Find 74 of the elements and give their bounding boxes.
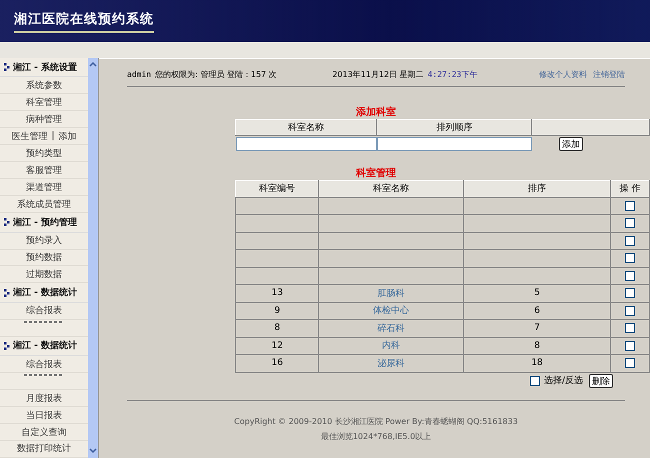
sidebar-item[interactable]: 月度报表 [26,392,62,405]
sidebar-item[interactable]: 渠道管理 [26,180,62,194]
department-link[interactable]: 碎石科 [378,324,405,334]
browser-note: 最佳浏览1024*768,IE5.0以上 [320,430,432,442]
checkbox[interactable] [625,218,636,228]
sidebar-item[interactable]: 预约录入 [26,234,62,248]
section-title: 添加科室 [355,105,397,119]
time-text: 4:27:23下午 [428,68,478,80]
column-header: 科室名称 [318,180,464,197]
header-link[interactable]: 修改个人资料 [538,68,587,80]
checkbox[interactable] [625,358,636,368]
department-link[interactable]: 泌尿科 [378,358,405,369]
input-field[interactable] [376,136,532,150]
sidebar-item[interactable]: 病种管理 [26,112,62,126]
dots-icon [4,342,10,350]
sidebar-item[interactable]: 预约类型 [26,146,62,160]
permission-text: 您的权限为: 管理员 登陆：157 次 [155,68,277,80]
department-link[interactable]: 内科 [382,341,400,352]
table-cell: 18 [531,358,543,368]
add-link[interactable]: 添加 [58,130,77,143]
department-link[interactable]: 肛肠科 [378,288,405,299]
table-cell: 8 [274,323,280,334]
column-header: 科室编号 [236,180,319,197]
delete-button[interactable]: 删除 [589,374,613,388]
checkbox[interactable] [625,200,636,211]
checkbox[interactable] [625,306,636,316]
checkbox[interactable] [625,288,636,298]
cut-off-item-text [24,374,64,376]
sidebar-item[interactable]: 过期数据 [26,268,62,281]
sidebar-item[interactable]: 综合报表 [26,358,62,371]
checkbox[interactable] [625,253,636,264]
sidebar-item[interactable]: 预约数据 [26,250,62,264]
department-link[interactable]: 体检中心 [373,306,410,316]
separator-text: | [51,131,55,142]
input-field[interactable] [236,136,377,150]
table-cell: 13 [271,288,283,298]
table-cell: 12 [271,340,283,351]
sidebar-item[interactable]: 医生管理 [11,130,48,143]
header-link[interactable]: 注销登陆 [592,68,625,80]
system-title: 湘江医院在线预约系统 [14,10,154,32]
checkbox[interactable] [530,376,540,386]
sidebar-item[interactable]: 当日报表 [26,408,62,422]
table-cell: 16 [271,358,283,368]
username-text: admin [127,70,152,78]
date-text: 2013年11月12日 星期二 [332,68,424,80]
section-title: 科室管理 [354,166,397,180]
sidebar-item[interactable]: 科室管理 [26,96,62,109]
table-cell: 7 [534,323,540,334]
checkbox[interactable] [625,236,636,246]
table-cell: 5 [534,288,540,298]
add-button[interactable]: 添加 [558,136,583,151]
scrollbar-drawing[interactable] [88,58,98,458]
checkbox[interactable] [625,270,636,281]
dots-icon [4,288,10,297]
table-cell: 6 [534,306,540,316]
copyright-text: CopyRight © 2009-2010 长沙湘江医院 Power By:青春蟋蝴阁 QQ:5161833 [233,416,519,428]
sidebar-item[interactable]: 数据打印统计 [17,442,71,456]
column-header: 科室名称 [236,120,377,136]
checkbox[interactable] [625,340,636,351]
sidebar-item[interactable]: 系统参数 [26,78,62,92]
column-header: 操 作 [610,180,650,197]
sidebar-item[interactable]: 客服管理 [26,164,62,177]
sidebar-item[interactable]: 系统成员管理 [17,198,71,211]
table-cell: 8 [534,340,540,351]
dots-icon [4,218,10,226]
cut-off-item-text [24,320,64,323]
table-cell: 9 [274,306,280,316]
sidebar-item[interactable]: 自定义查询 [22,426,66,439]
select-all-label: 选择/反选 [544,374,583,387]
sidebar-item[interactable]: 综合报表 [26,304,62,318]
column-header: 排列顺序 [376,120,532,136]
dots-icon [4,63,10,72]
checkbox[interactable] [625,323,636,334]
column-header: 排序 [463,180,611,197]
